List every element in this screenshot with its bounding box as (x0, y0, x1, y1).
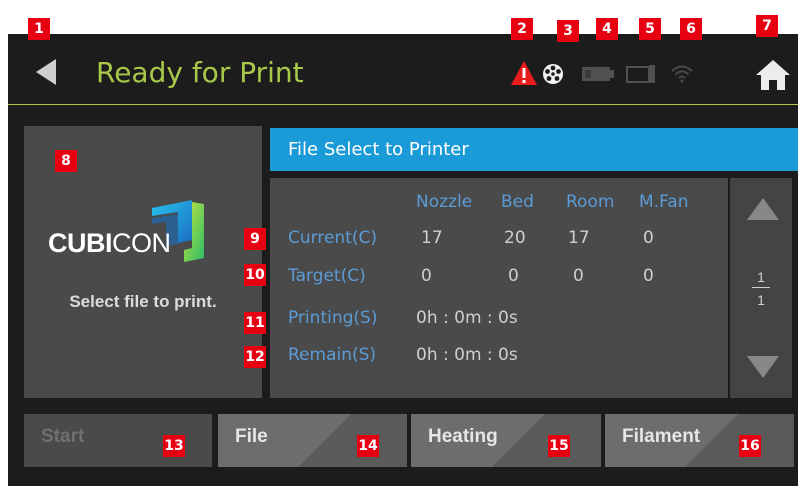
current-mfan-value: 0 (643, 228, 654, 248)
pager-panel: 1 1 (730, 178, 792, 398)
badge-4: 4 (596, 18, 618, 40)
page-divider (752, 287, 770, 288)
filament-button[interactable]: Filament (605, 414, 794, 467)
badge-10: 10 (244, 264, 266, 286)
badge-16: 16 (739, 435, 761, 457)
badge-12: 12 (244, 346, 266, 368)
printing-label: Printing(S) (288, 308, 378, 328)
page-current: 1 (757, 269, 765, 285)
badge-14: 14 (357, 435, 379, 457)
current-nozzle-value: 17 (421, 228, 443, 248)
page-total: 1 (757, 292, 765, 308)
file-select-bar[interactable]: File Select to Printer (270, 128, 798, 171)
home-icon[interactable] (755, 59, 791, 91)
badge-1: 1 (28, 18, 50, 40)
printer-screen: Ready for Print CUBICON Select file to p… (8, 34, 798, 486)
target-room-value: 0 (573, 266, 584, 286)
temperature-info-panel: Nozzle Bed Room M.Fan Current(C) 17 20 1… (270, 178, 728, 398)
current-label: Current(C) (288, 228, 377, 248)
column-header-mfan: M.Fan (639, 192, 689, 212)
scroll-up-icon[interactable] (747, 198, 779, 220)
badge-15: 15 (548, 435, 570, 457)
remain-time-value: 0h : 0m : 0s (416, 345, 518, 365)
badge-13: 13 (163, 435, 185, 457)
back-icon[interactable] (36, 59, 56, 85)
badge-2: 2 (511, 18, 533, 40)
badge-8: 8 (55, 150, 77, 172)
target-nozzle-value: 0 (421, 266, 432, 286)
cubicon-logo: CUBICON (48, 196, 232, 281)
column-header-bed: Bed (501, 192, 534, 212)
file-select-label: File Select to Printer (288, 139, 469, 160)
badge-11: 11 (244, 312, 266, 334)
current-bed-value: 20 (504, 228, 526, 248)
logo-text-bold: CUBI (48, 228, 113, 258)
column-header-room: Room (566, 192, 615, 212)
target-label: Target(C) (288, 266, 366, 286)
printing-time-value: 0h : 0m : 0s (416, 308, 518, 328)
filament-reel-icon[interactable] (542, 63, 564, 85)
target-bed-value: 0 (508, 266, 519, 286)
header-divider (8, 104, 798, 105)
badge-3: 3 (557, 20, 579, 42)
header-bar: Ready for Print (8, 34, 798, 104)
target-mfan-value: 0 (643, 266, 654, 286)
remain-label: Remain(S) (288, 345, 377, 365)
select-file-message: Select file to print. (69, 292, 217, 311)
warning-icon[interactable] (510, 60, 538, 86)
badge-5: 5 (639, 18, 661, 40)
wifi-icon[interactable] (670, 63, 694, 83)
badge-7: 7 (756, 15, 778, 37)
column-header-nozzle: Nozzle (416, 192, 473, 212)
usb-device-icon[interactable] (626, 65, 656, 83)
page-title: Ready for Print (96, 56, 304, 89)
badge-9: 9 (244, 228, 266, 250)
logo-text-light: CON (112, 228, 171, 258)
sd-card-icon[interactable] (582, 66, 614, 82)
heating-button[interactable]: Heating (411, 414, 601, 467)
current-room-value: 17 (568, 228, 590, 248)
badge-6: 6 (680, 18, 702, 40)
scroll-down-icon[interactable] (747, 356, 779, 378)
